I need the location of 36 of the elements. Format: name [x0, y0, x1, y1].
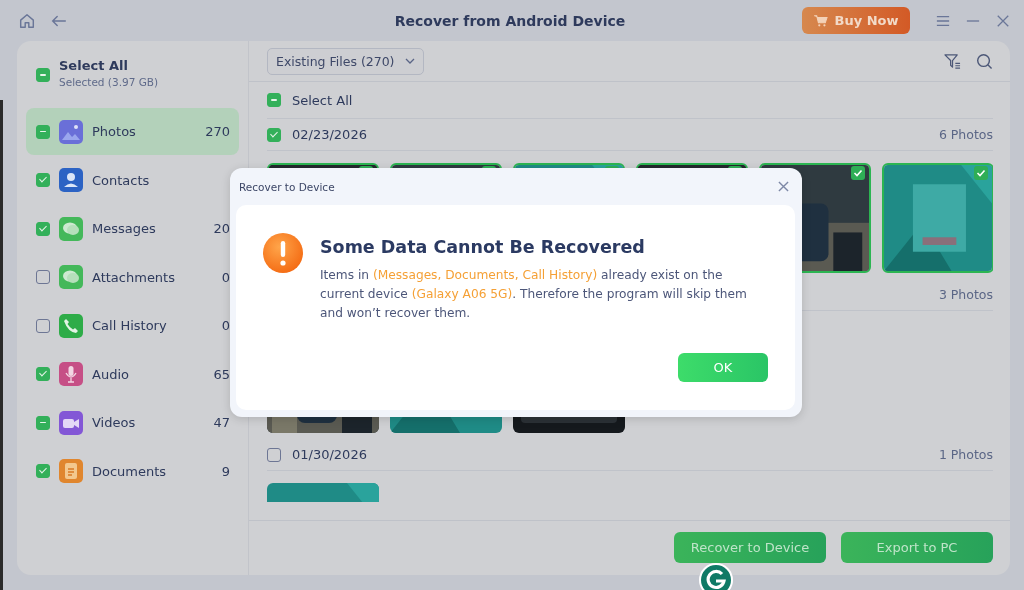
category-item[interactable]: Videos 47 — [26, 399, 239, 446]
category-item[interactable]: Messages 20 — [26, 205, 239, 252]
item-count: 20 — [213, 221, 230, 236]
select-all-label: Select All — [292, 92, 353, 108]
item-count: 0 — [221, 269, 230, 285]
item-count: 47 — [213, 415, 230, 430]
category-item[interactable]: Photos 270 — [26, 108, 239, 155]
item-count: 270 — [205, 124, 230, 139]
category-label: Documents — [92, 463, 168, 479]
category-label: Videos — [92, 415, 137, 430]
photo-count: 6 Photos — [938, 127, 993, 142]
photo-count: 1 Photos — [938, 447, 993, 462]
category-label: Photos — [92, 124, 137, 139]
item-count: 9 — [221, 463, 230, 479]
filter-dropdown[interactable]: Existing Files (270) — [267, 47, 424, 75]
category-label: Call History — [92, 318, 168, 333]
group-date: 01/30/2026 — [292, 447, 367, 462]
dialog-title: Recover to Device — [239, 180, 335, 193]
category-label: Messages — [92, 221, 157, 236]
dialog-message: Items in (Messages, Documents, Call History) already exist on the current device (Galaxy A06 5G). Therefore the program will skip them and won’t recover them. — [320, 267, 748, 322]
window-title: Recover from Android Device — [393, 12, 627, 29]
category-item[interactable]: Contacts — [26, 156, 239, 204]
select-all-label: Select All — [59, 58, 129, 73]
group-date: 02/23/2026 — [292, 127, 367, 142]
category-label: Attachments — [92, 269, 176, 285]
item-count: 0 — [221, 318, 230, 333]
category-item[interactable]: Attachments 0 — [26, 253, 239, 301]
category-label: Audio — [92, 366, 130, 382]
photo-count: 3 Photos — [938, 287, 993, 302]
dialog-heading: Some Data Cannot Be Recovered — [320, 237, 646, 257]
category-item[interactable]: Call History 0 — [26, 302, 239, 349]
item-count: 65 — [213, 366, 230, 382]
selected-size: Selected (3.97 GB) — [59, 76, 159, 88]
category-item[interactable]: Documents 9 — [26, 447, 239, 495]
category-item[interactable]: Audio 65 — [26, 350, 239, 398]
category-label: Contacts — [92, 172, 151, 188]
